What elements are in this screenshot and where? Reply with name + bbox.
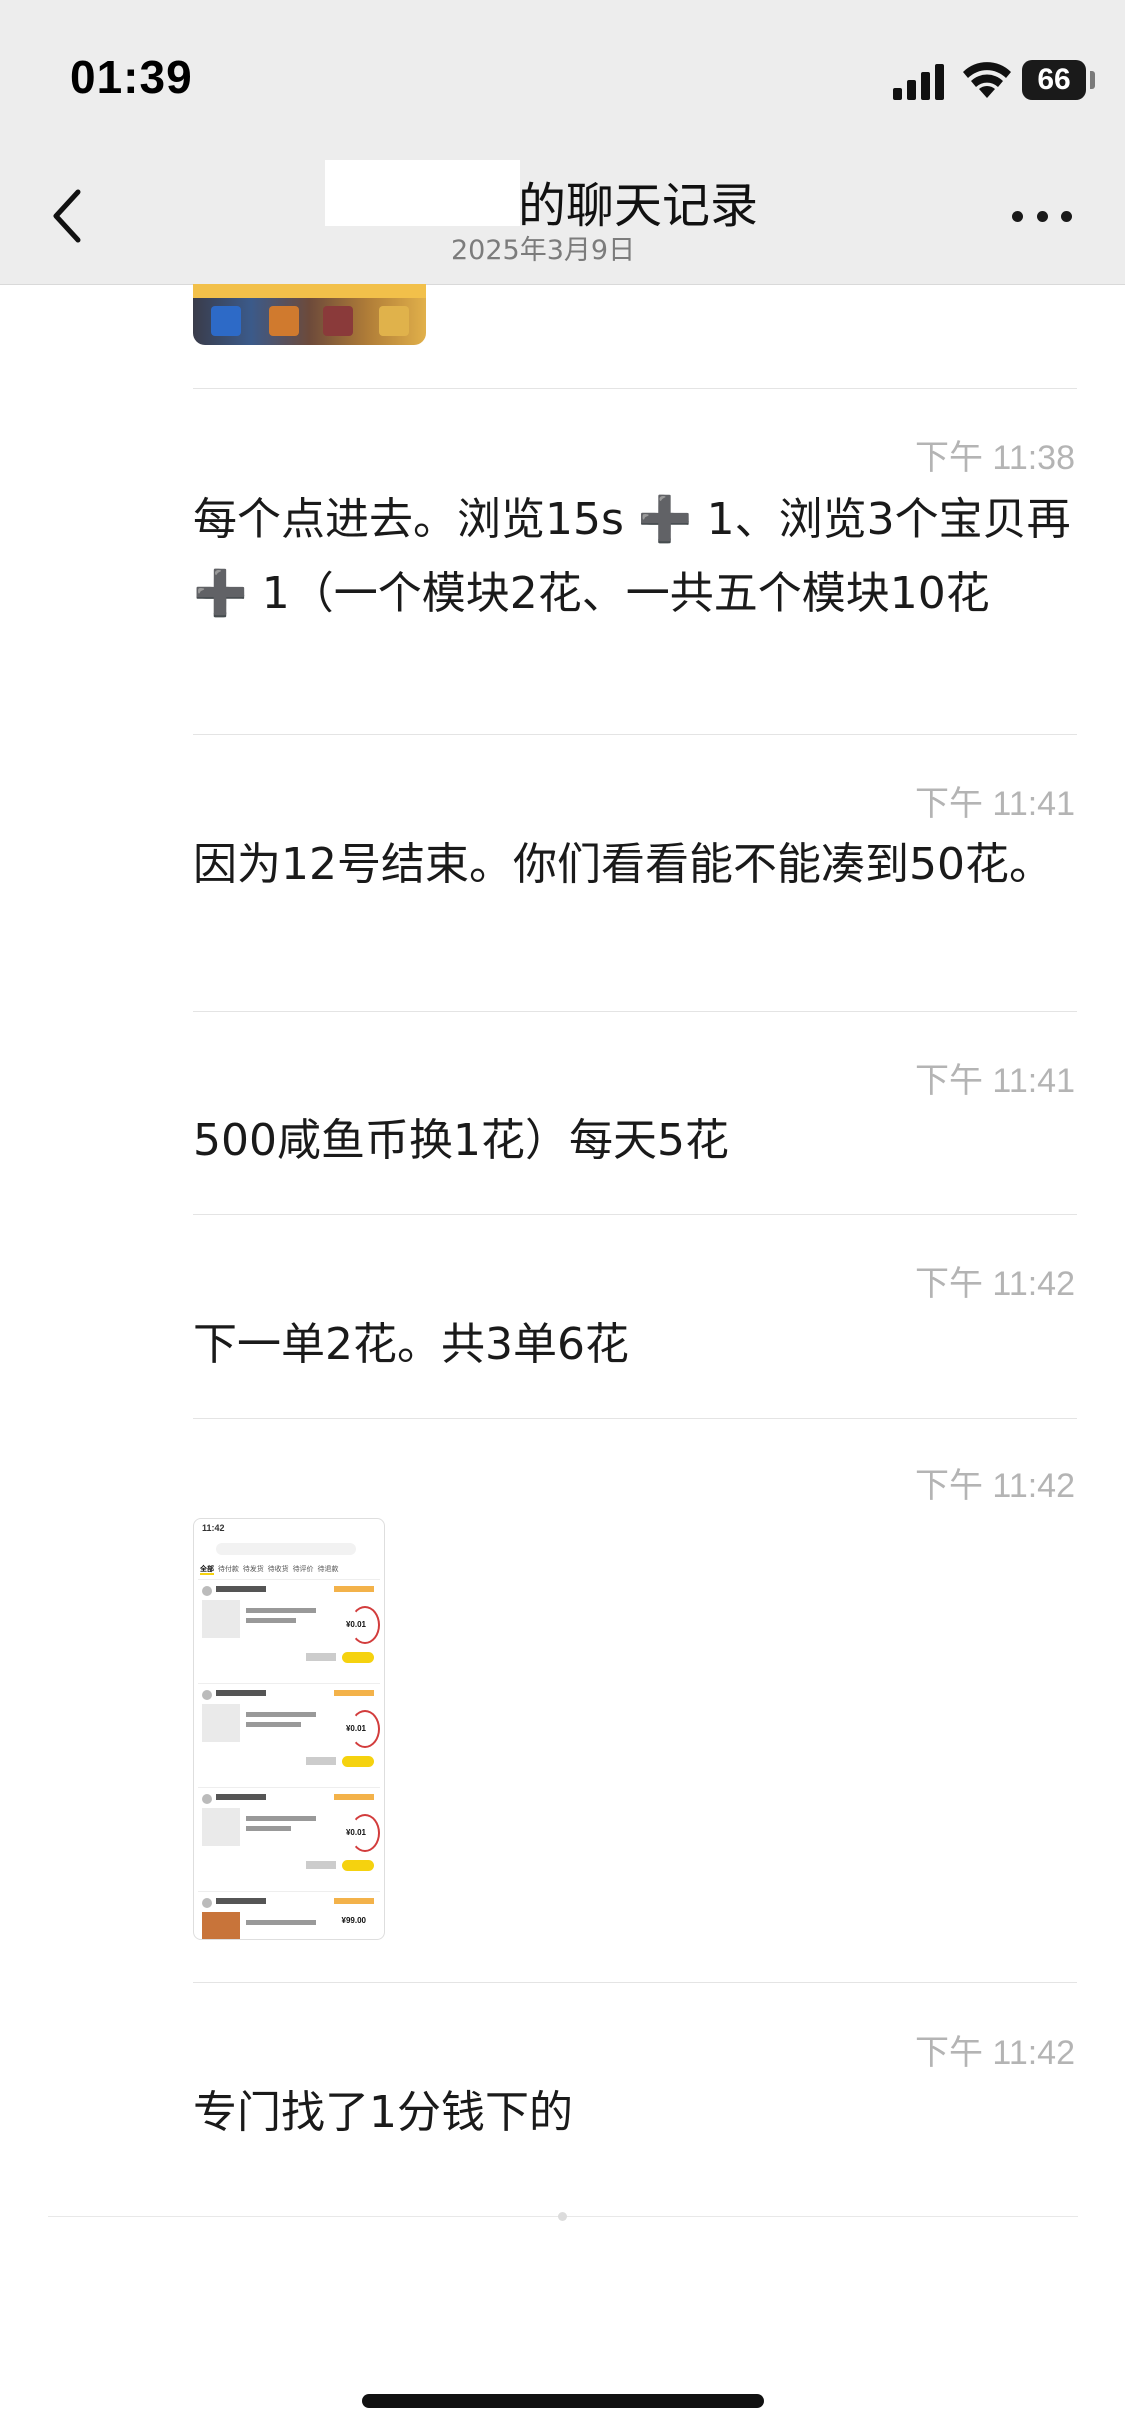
cellular-signal-icon [893,64,944,100]
message-time: 下午 11:38 [914,439,1075,477]
screenshot-order-card: ¥0.01 [198,1787,380,1888]
screenshot-order-card: ¥99.00 [198,1891,380,1939]
status-time: 01:39 [70,51,193,103]
wifi-icon [963,62,1011,98]
message-time: 下午 11:41 [914,785,1075,823]
battery-icon: 66 [1022,60,1086,100]
message-divider [193,1214,1077,1215]
message-divider [193,1418,1077,1419]
message-text: 500咸鱼币换1花）每天5花 [193,1115,729,1166]
screenshot-search-bar [216,1543,356,1555]
end-of-history-dot [558,2212,567,2221]
screenshot-order-card: ¥0.01 [198,1579,380,1680]
message-time: 下午 11:41 [914,1062,1075,1100]
home-indicator[interactable] [362,2394,764,2408]
screenshot-order-card: ¥0.01 [198,1683,380,1784]
more-dots-icon[interactable] [1012,206,1072,226]
screenshot-status-time: 11:42 [202,1523,225,1533]
message-time: 下午 11:42 [914,2034,1075,2072]
page-title: 的聊天记录 [518,178,759,234]
message-divider [193,734,1077,735]
message-divider [193,1011,1077,1012]
message-text: 每个点进去。浏览15s ➕ 1、浏览3个宝贝再 ➕ 1（一个模块2花、一共五个模… [193,494,1071,619]
message-time: 下午 11:42 [914,1467,1075,1505]
chat-date: 2025年3月9日 [451,235,636,266]
message-divider [193,388,1077,389]
screenshot-image-message[interactable]: 11:42 全部 待付款 待发货 待收货 待评价 待退款 ¥0.01 ¥0.01… [193,1518,385,1940]
redacted-contact-name [325,160,520,226]
battery-tip [1090,71,1095,89]
message-time: 下午 11:42 [914,1265,1075,1303]
chevron-left-icon[interactable] [48,186,88,246]
message-divider [193,1982,1077,1983]
message-text: 因为12号结束。你们看看能不能凑到50花。 [193,839,1053,890]
message-text: 专门找了1分钱下的 [193,2087,573,2138]
chat-history-header: 01:39 66 的聊天记录 2025年3月9日 [0,0,1125,285]
image-message-thumbnail[interactable] [193,284,426,345]
screenshot-tabs: 全部 待付款 待发货 待收货 待评价 待退款 [200,1566,339,1575]
message-text: 下一单2花。共3单6花 [193,1319,629,1370]
